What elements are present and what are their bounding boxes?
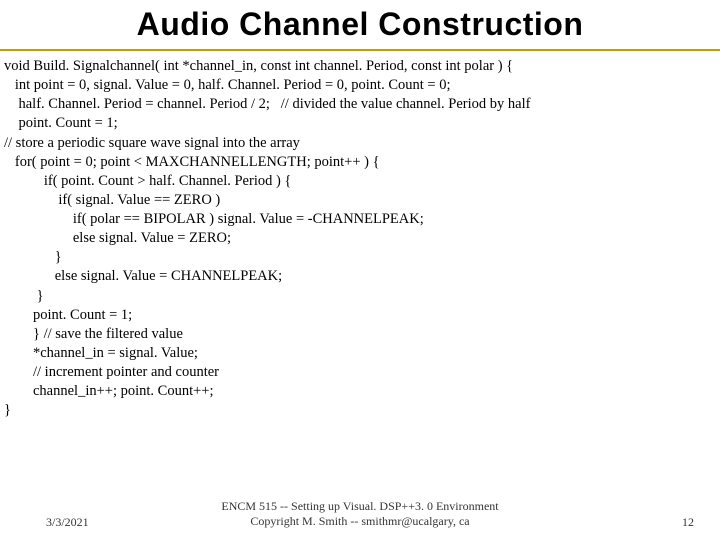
code-line: if( polar == BIPOLAR ) signal. Value = -…: [4, 211, 424, 227]
code-line: void Build. Signalchannel( int *channel_…: [4, 58, 513, 74]
code-line: half. Channel. Period = channel. Period …: [4, 96, 530, 112]
footer-line2: Copyright M. Smith -- smithmr@ucalgary, …: [250, 514, 469, 528]
code-line: // increment pointer and counter: [4, 364, 219, 380]
code-line: }: [4, 249, 62, 265]
slide-title: Audio Channel Construction: [0, 6, 720, 43]
code-line: } // save the filtered value: [4, 326, 183, 342]
title-rule: [0, 49, 720, 51]
code-line: int point = 0, signal. Value = 0, half. …: [4, 77, 450, 93]
code-line: else signal. Value = CHANNELPEAK;: [4, 268, 282, 284]
code-line: point. Count = 1;: [4, 115, 118, 131]
code-line: // store a periodic square wave signal i…: [4, 135, 300, 151]
code-line: if( signal. Value == ZERO ): [4, 192, 220, 208]
code-line: }: [4, 402, 11, 418]
code-line: if( point. Count > half. Channel. Period…: [4, 173, 291, 189]
code-line: else signal. Value = ZERO;: [4, 230, 231, 246]
code-line: }: [4, 288, 44, 304]
footer-page-number: 12: [682, 515, 694, 530]
footer-line1: ENCM 515 -- Setting up Visual. DSP++3. 0…: [221, 499, 498, 513]
footer-center: ENCM 515 -- Setting up Visual. DSP++3. 0…: [0, 499, 720, 530]
code-line: point. Count = 1;: [4, 307, 132, 323]
code-block: void Build. Signalchannel( int *channel_…: [0, 57, 720, 420]
code-line: channel_in++; point. Count++;: [4, 383, 214, 399]
code-line: *channel_in = signal. Value;: [4, 345, 198, 361]
code-line: for( point = 0; point < MAXCHANNELLENGTH…: [4, 154, 380, 170]
